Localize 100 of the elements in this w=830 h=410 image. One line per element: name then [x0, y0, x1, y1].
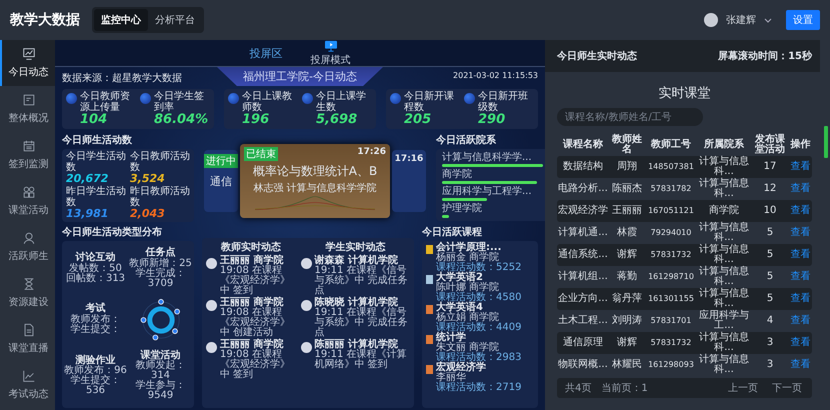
time-text: 17:16	[394, 154, 424, 164]
table-cell: 宏观经济学	[557, 206, 609, 216]
sidebar-item[interactable]: 活跃师生	[0, 224, 55, 270]
feed-text: 19:11 在课程《计算机网络》中 签到	[314, 350, 408, 370]
stat-label: 昨日学生活动数	[66, 186, 126, 208]
stat-value: 86.04%	[154, 113, 210, 128]
time-text: 17:26	[357, 146, 386, 159]
stat-value: 5,698	[316, 113, 358, 128]
table-cell-text: 刘明涛	[611, 316, 643, 326]
sidebar-item[interactable]: 今日动态	[0, 40, 55, 86]
table-cell-text: 计算与信息科...	[698, 178, 750, 200]
table-cell-text: 17	[762, 162, 778, 172]
current-page: 当前页：1	[601, 382, 648, 395]
column-header: 教师姓名	[610, 134, 643, 156]
nav-tab[interactable]: 监控中心	[94, 9, 148, 31]
feed-author: 王丽丽 商学院	[220, 340, 284, 350]
projection-mode-button[interactable]: 投屏模式	[310, 40, 350, 66]
table-cell-text: 57831701	[650, 316, 692, 326]
stat-label: 今日教师活动数	[130, 151, 190, 174]
next-page-button[interactable]: 下一页	[770, 381, 804, 395]
stat-label: 今日学生活动数	[66, 151, 126, 174]
user-name[interactable]: 张建辉	[726, 13, 756, 27]
course-teacher: 李丽华	[436, 373, 466, 384]
previous-page-button[interactable]: 上一页	[726, 381, 760, 395]
course-teacher: 林志强 计算与信息科学学院	[253, 182, 377, 195]
sidebar-item[interactable]: 课堂直播	[0, 316, 55, 362]
feed-text: 19:11 在课程《信号与系统》中 完成任务点	[314, 266, 409, 296]
stat-value: 2,043	[130, 208, 166, 220]
department-name: 商学院	[442, 169, 473, 180]
page-count: 共4页	[565, 382, 592, 395]
table-cell: 电路分析...	[557, 184, 609, 194]
table-cell-text: 12	[762, 184, 778, 194]
stat-value: 196	[242, 113, 270, 128]
datetime-text: 2021-03-02 11:15:53	[453, 70, 538, 80]
table-cell-text: 57831782	[650, 184, 692, 194]
sidebar-item[interactable]: 签到监测	[0, 132, 55, 178]
stat-value: 13,981	[66, 208, 110, 220]
table-cell-text: 161301155	[647, 294, 695, 304]
sidebar-item[interactable]: 考试动态	[0, 362, 55, 408]
table-cell-text: 计算与信息科...	[698, 222, 750, 244]
feed-text: 19:11 在课程《信号与系统》中 完成任务点	[314, 308, 409, 338]
panel-title: 今日师生实时动态	[557, 49, 637, 63]
table-cell-text: 3	[766, 360, 774, 370]
table-cell-text: 通信原理	[562, 338, 604, 348]
section-title: 今日活跃课程	[422, 226, 483, 240]
feed-author: 王丽丽 商学院	[220, 256, 284, 266]
department-name: 护理学院	[442, 203, 483, 214]
column-header: 所属院系	[703, 140, 745, 150]
column-header: 课程名称	[562, 140, 604, 150]
sidebar-item[interactable]: 整体概况	[0, 86, 55, 132]
section-title: 今日师生活动数	[62, 134, 133, 148]
view-link[interactable]: 查看	[789, 250, 812, 260]
table-cell-text: 3	[766, 338, 774, 348]
course-title: 概率论与数理统计A、B	[252, 162, 378, 180]
table-cell-text: 商学院	[708, 206, 740, 216]
course-card[interactable]: 进行中 通信	[204, 150, 238, 212]
course-card[interactable]: 17:16	[392, 150, 426, 212]
stat-label: 今日上课教师数	[242, 91, 293, 113]
stat-value: 104	[80, 113, 108, 128]
table-cell-text: 林霞	[616, 228, 638, 238]
feed-text: 19:08 在课程《宏观经济学》中 签到	[220, 266, 291, 296]
activity-type-count: 学生提交：	[70, 324, 120, 335]
table-cell-text: 5	[766, 294, 774, 304]
view-link[interactable]: 查看	[789, 360, 812, 370]
table-cell-text: 计算与信息科...	[698, 266, 750, 288]
view-link[interactable]: 查看	[789, 184, 812, 194]
table-cell-text: 周翔	[616, 162, 638, 172]
sidebar-item[interactable]: 资源建设	[0, 270, 55, 316]
course-teacher: 杨立娟 商学院	[436, 313, 500, 324]
department-name: 计算与信息科学学...	[442, 152, 533, 164]
scroll-time-text: 屏幕滚动时间：15秒	[718, 49, 812, 63]
course-activity-count: 课程活动数：2719	[436, 383, 522, 394]
view-link[interactable]: 查看	[789, 316, 812, 326]
view-link[interactable]: 查看	[789, 294, 812, 304]
view-link[interactable]: 查看	[789, 338, 812, 348]
course-teacher: 朱文丽 商学院	[436, 343, 500, 354]
view-link[interactable]: 查看	[789, 228, 812, 238]
stat-label: 今日教师资源上传量	[80, 91, 131, 113]
view-link[interactable]: 查看	[789, 162, 812, 172]
column-header: 操作	[789, 140, 812, 150]
settings-button[interactable]: 设置	[786, 10, 820, 30]
table-cell-text: 167051121	[647, 206, 695, 216]
table-cell-text: 5	[766, 250, 774, 260]
table-cell-text: 4	[766, 316, 774, 326]
sidebar-item[interactable]: 课堂活动	[0, 178, 55, 224]
view-link[interactable]: 查看	[789, 206, 812, 216]
nav-tab[interactable]: 分析平台	[148, 9, 202, 31]
table-cell: 物联网概...	[557, 360, 609, 370]
course-title: 通信	[210, 174, 232, 189]
search-field[interactable]: 课程名称/教师姓名/工号	[557, 108, 703, 126]
activity-type-count: 学生完成：3709	[134, 268, 186, 289]
feed-title: 学生实时动态	[325, 240, 386, 254]
view-link[interactable]: 查看	[789, 272, 812, 282]
table-cell-text: 王丽丽	[611, 206, 643, 216]
course-card[interactable]: 已结束 17:26 概率论与数理统计A、B 林志强 计算与信息科学学院	[240, 144, 390, 218]
activity-type-title: 考试	[86, 304, 106, 314]
stat-value: 290	[478, 113, 506, 128]
table-cell-text: 陈丽杰	[611, 184, 643, 194]
section-title: 今日师生活动类型分布	[62, 226, 163, 240]
table-cell: 土木工程...	[557, 316, 609, 326]
